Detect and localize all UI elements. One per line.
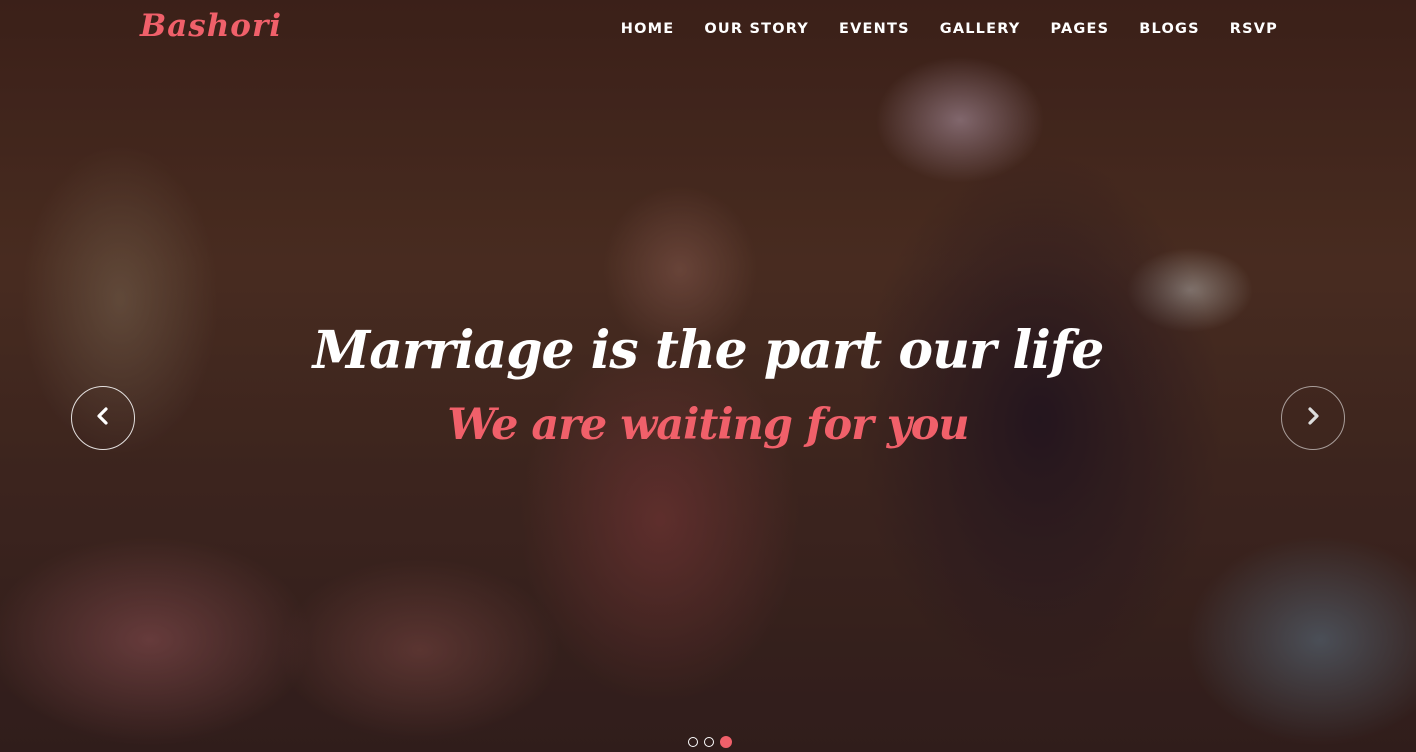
chevron-left-icon	[94, 406, 112, 430]
slide-pagination	[688, 736, 738, 748]
slide-headline: Marriage is the part our life	[312, 320, 1105, 381]
nav-item-rsvp[interactable]: RSVP	[1230, 21, 1278, 37]
nav-item-our-story[interactable]: OUR STORY	[704, 21, 809, 37]
main-nav: HOME OUR STORY EVENTS GALLERY PAGES BLOG…	[591, 21, 1278, 37]
chevron-right-icon	[1304, 406, 1322, 430]
nav-item-blogs[interactable]: BLOGS	[1139, 21, 1199, 37]
slide-dot-1[interactable]	[688, 737, 698, 747]
next-slide-button[interactable]	[1281, 386, 1345, 450]
slide-dot-3[interactable]	[720, 736, 732, 748]
hero-slider: Bashori HOME OUR STORY EVENTS GALLERY PA…	[0, 0, 1416, 752]
nav-item-pages[interactable]: PAGES	[1051, 21, 1110, 37]
brand-logo[interactable]: Bashori	[140, 8, 282, 44]
nav-item-events[interactable]: EVENTS	[839, 21, 910, 37]
prev-slide-button[interactable]	[71, 386, 135, 450]
slide-dot-2[interactable]	[704, 737, 714, 747]
slide-subheadline: We are waiting for you	[447, 400, 969, 450]
nav-item-home[interactable]: HOME	[621, 21, 675, 37]
nav-item-gallery[interactable]: GALLERY	[940, 21, 1021, 37]
